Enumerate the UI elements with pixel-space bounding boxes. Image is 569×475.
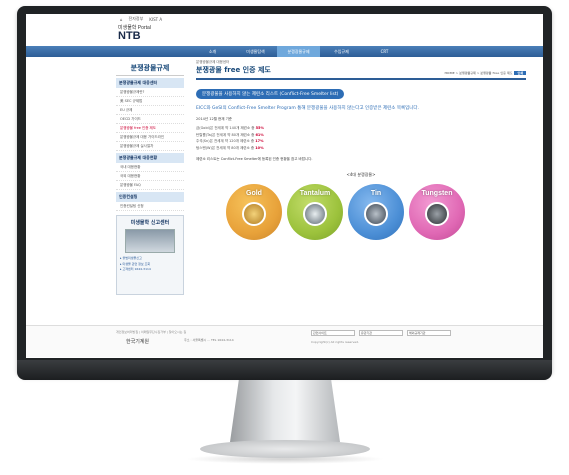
mineral-tungsten: Tungsten [409, 183, 465, 240]
utility-link[interactable]: KIST A [149, 17, 162, 22]
utility-bar: ⌂ 전자정부 KIST A [26, 14, 543, 24]
mineral-tin-photo [364, 201, 388, 226]
mineral-tantalum: Tantalum [287, 183, 343, 240]
footer-address: 주소 : 서울특별시 ... TEL 1644-3114 [184, 338, 234, 342]
nav-item[interactable]: 수입규제 [320, 49, 363, 55]
report-center-box[interactable]: 미생물학 신고센터 ▸ 불법미생물신고 ▸ 미생물 관련 정보 조회 ▸ 고객센… [116, 215, 184, 295]
sidebar-item[interactable]: 美 SEC 규제법 [116, 97, 184, 106]
note-text: 제련소 리스트는 Conflict-Free Smelter에 등록된 인증 현… [196, 156, 313, 161]
sidebar-group[interactable]: 인증컨설팅 [116, 192, 184, 202]
nav-item-active[interactable]: 분쟁광물규제 [277, 46, 320, 57]
main-content: 분쟁광물규제 대응센터 분쟁광물 free 인증 제도 HOME > 분쟁광물규… [196, 60, 526, 240]
agency-select[interactable]: 유관기관 [359, 330, 403, 336]
breadcrumb-text[interactable]: HOME > 분쟁광물규제 > 분쟁광물 free 인증 제도 [445, 71, 513, 75]
logo-subtitle: 미생물학 Portal [118, 25, 151, 31]
sidebar-item[interactable]: 국외 대응현황 [116, 172, 184, 181]
home-icon[interactable]: ⌂ [120, 17, 123, 22]
sidebar-title: 분쟁광물규제 [116, 60, 184, 76]
main-nav: 소개 미생물탐색 분쟁광물규제 수입규제 CRT [26, 46, 543, 57]
sidebar-item-current[interactable]: 분쟁광물 free 인증 제도 [116, 124, 184, 133]
sidebar-item[interactable]: 인증컨설팅 신청 [116, 202, 184, 211]
mineral-gold-photo [242, 201, 266, 226]
monitor-chin [17, 360, 552, 380]
related-site-select[interactable]: 관련사이트 [311, 330, 355, 336]
section-header: 분쟁광물을 사용하지 않는 제련소 리스트 (Conflict-Free Sme… [196, 89, 345, 99]
logo-text: NTB [118, 30, 141, 42]
report-link[interactable]: ▸ 미생물 관련 정보 조회 [120, 262, 180, 266]
stat-row: 탄탈룸(Ta)은 전세계 약 80개 제련소 중 61% [196, 132, 264, 137]
report-link[interactable]: ▸ 불법미생물신고 [120, 256, 180, 260]
date-line: 2014년 12월 현재 기준 [196, 117, 233, 121]
lead-text: EICC와 GeSI의 Conflict-Free Smelter Progra… [196, 106, 419, 111]
monitor-stand-base [200, 440, 370, 458]
sidebar: 분쟁광물규제 분쟁광물규제 대응센터 분쟁광물규제란? 美 SEC 규제법 EU… [116, 60, 184, 295]
mineral-tin: Tin [348, 183, 404, 240]
mineral-tungsten-photo [425, 201, 449, 226]
report-center-image [125, 229, 175, 253]
nav-item[interactable]: 미생물탐색 [234, 49, 277, 55]
mineral-tantalum-photo [303, 201, 327, 226]
sidebar-item[interactable]: OECD 가이드 [116, 115, 184, 124]
sidebar-item[interactable]: 분쟁광물 FAQ [116, 181, 184, 190]
sidebar-item[interactable]: 분쟁광물규제 실사절차 [116, 142, 184, 151]
sidebar-item[interactable]: EU 규제 [116, 106, 184, 115]
website-screen: ⌂ 전자정부 KIST A 미생물학 Portal NTB 소개 미생물탐색 분… [26, 14, 543, 358]
sidebar-group[interactable]: 분쟁광물규제 대응센터 [116, 78, 184, 88]
stat-row: 텅스텐(W)은 전세계 약 80개 제련소 중 10% [196, 145, 264, 150]
minerals-row: Gold Tantalum Tin Tungsten [226, 183, 526, 240]
page-title: 분쟁광물 free 인증 제도 [196, 66, 271, 74]
monitor-photo: ⌂ 전자정부 KIST A 미생물학 Portal NTB 소개 미생물탐색 분… [0, 0, 569, 475]
print-button[interactable]: 인쇄 [514, 71, 526, 75]
footer-selects: 관련사이트 유관기관 해외규제기관 [311, 330, 451, 336]
report-link[interactable]: ▸ 고객센터 1644-3114 [120, 267, 180, 271]
sidebar-item[interactable]: 분쟁광물규제 대응 가이드라인 [116, 133, 184, 142]
monitor-stand-neck [230, 380, 340, 442]
footer-logo: 한국기계원 [126, 339, 150, 345]
site-footer: 개인정보처리방침 | 이메일무단수집거부 | 찾아오시는 길 한국기계원 주소 … [26, 325, 543, 357]
sidebar-group[interactable]: 분쟁광물규제 대응현황 [116, 153, 184, 163]
footer-links[interactable]: 개인정보처리방침 | 이메일무단수집거부 | 찾아오시는 길 [116, 330, 186, 334]
stat-row: 주석(Sn)은 전세계 약 120개 제련소 중 17% [196, 139, 264, 143]
nav-item[interactable]: 소개 [191, 49, 234, 55]
report-center-title: 미생물학 신고센터 [130, 220, 170, 226]
minerals-caption: <4대 분쟁광물> [346, 171, 376, 177]
mineral-gold: Gold [226, 183, 282, 240]
site-logo[interactable]: 미생물학 Portal NTB [26, 24, 543, 46]
foreign-agency-select[interactable]: 해외규제기관 [407, 330, 451, 336]
stat-row: 금(Gold)은 전세계 약 140개 제련소 중 55% [196, 126, 264, 130]
page-body: 분쟁광물규제 분쟁광물규제 대응센터 분쟁광물규제란? 美 SEC 규제법 EU… [26, 57, 543, 357]
sidebar-item[interactable]: 분쟁광물규제란? [116, 88, 184, 97]
sidebar-item[interactable]: 국내 대응현황 [116, 163, 184, 172]
utility-link[interactable]: 전자정부 [129, 16, 144, 22]
stats-list: 금(Gold)은 전세계 약 140개 제련소 중 55% 탄탈룸(Ta)은 전… [196, 126, 526, 151]
nav-item[interactable]: CRT [363, 49, 406, 54]
breadcrumb: HOME > 분쟁광물규제 > 분쟁광물 free 인증 제도 인쇄 [445, 71, 526, 75]
page-title-row: 분쟁광물 free 인증 제도 HOME > 분쟁광물규제 > 분쟁광물 fre… [196, 65, 526, 80]
footer-copyright: Copyright(c) All rights reserved. [311, 340, 359, 344]
